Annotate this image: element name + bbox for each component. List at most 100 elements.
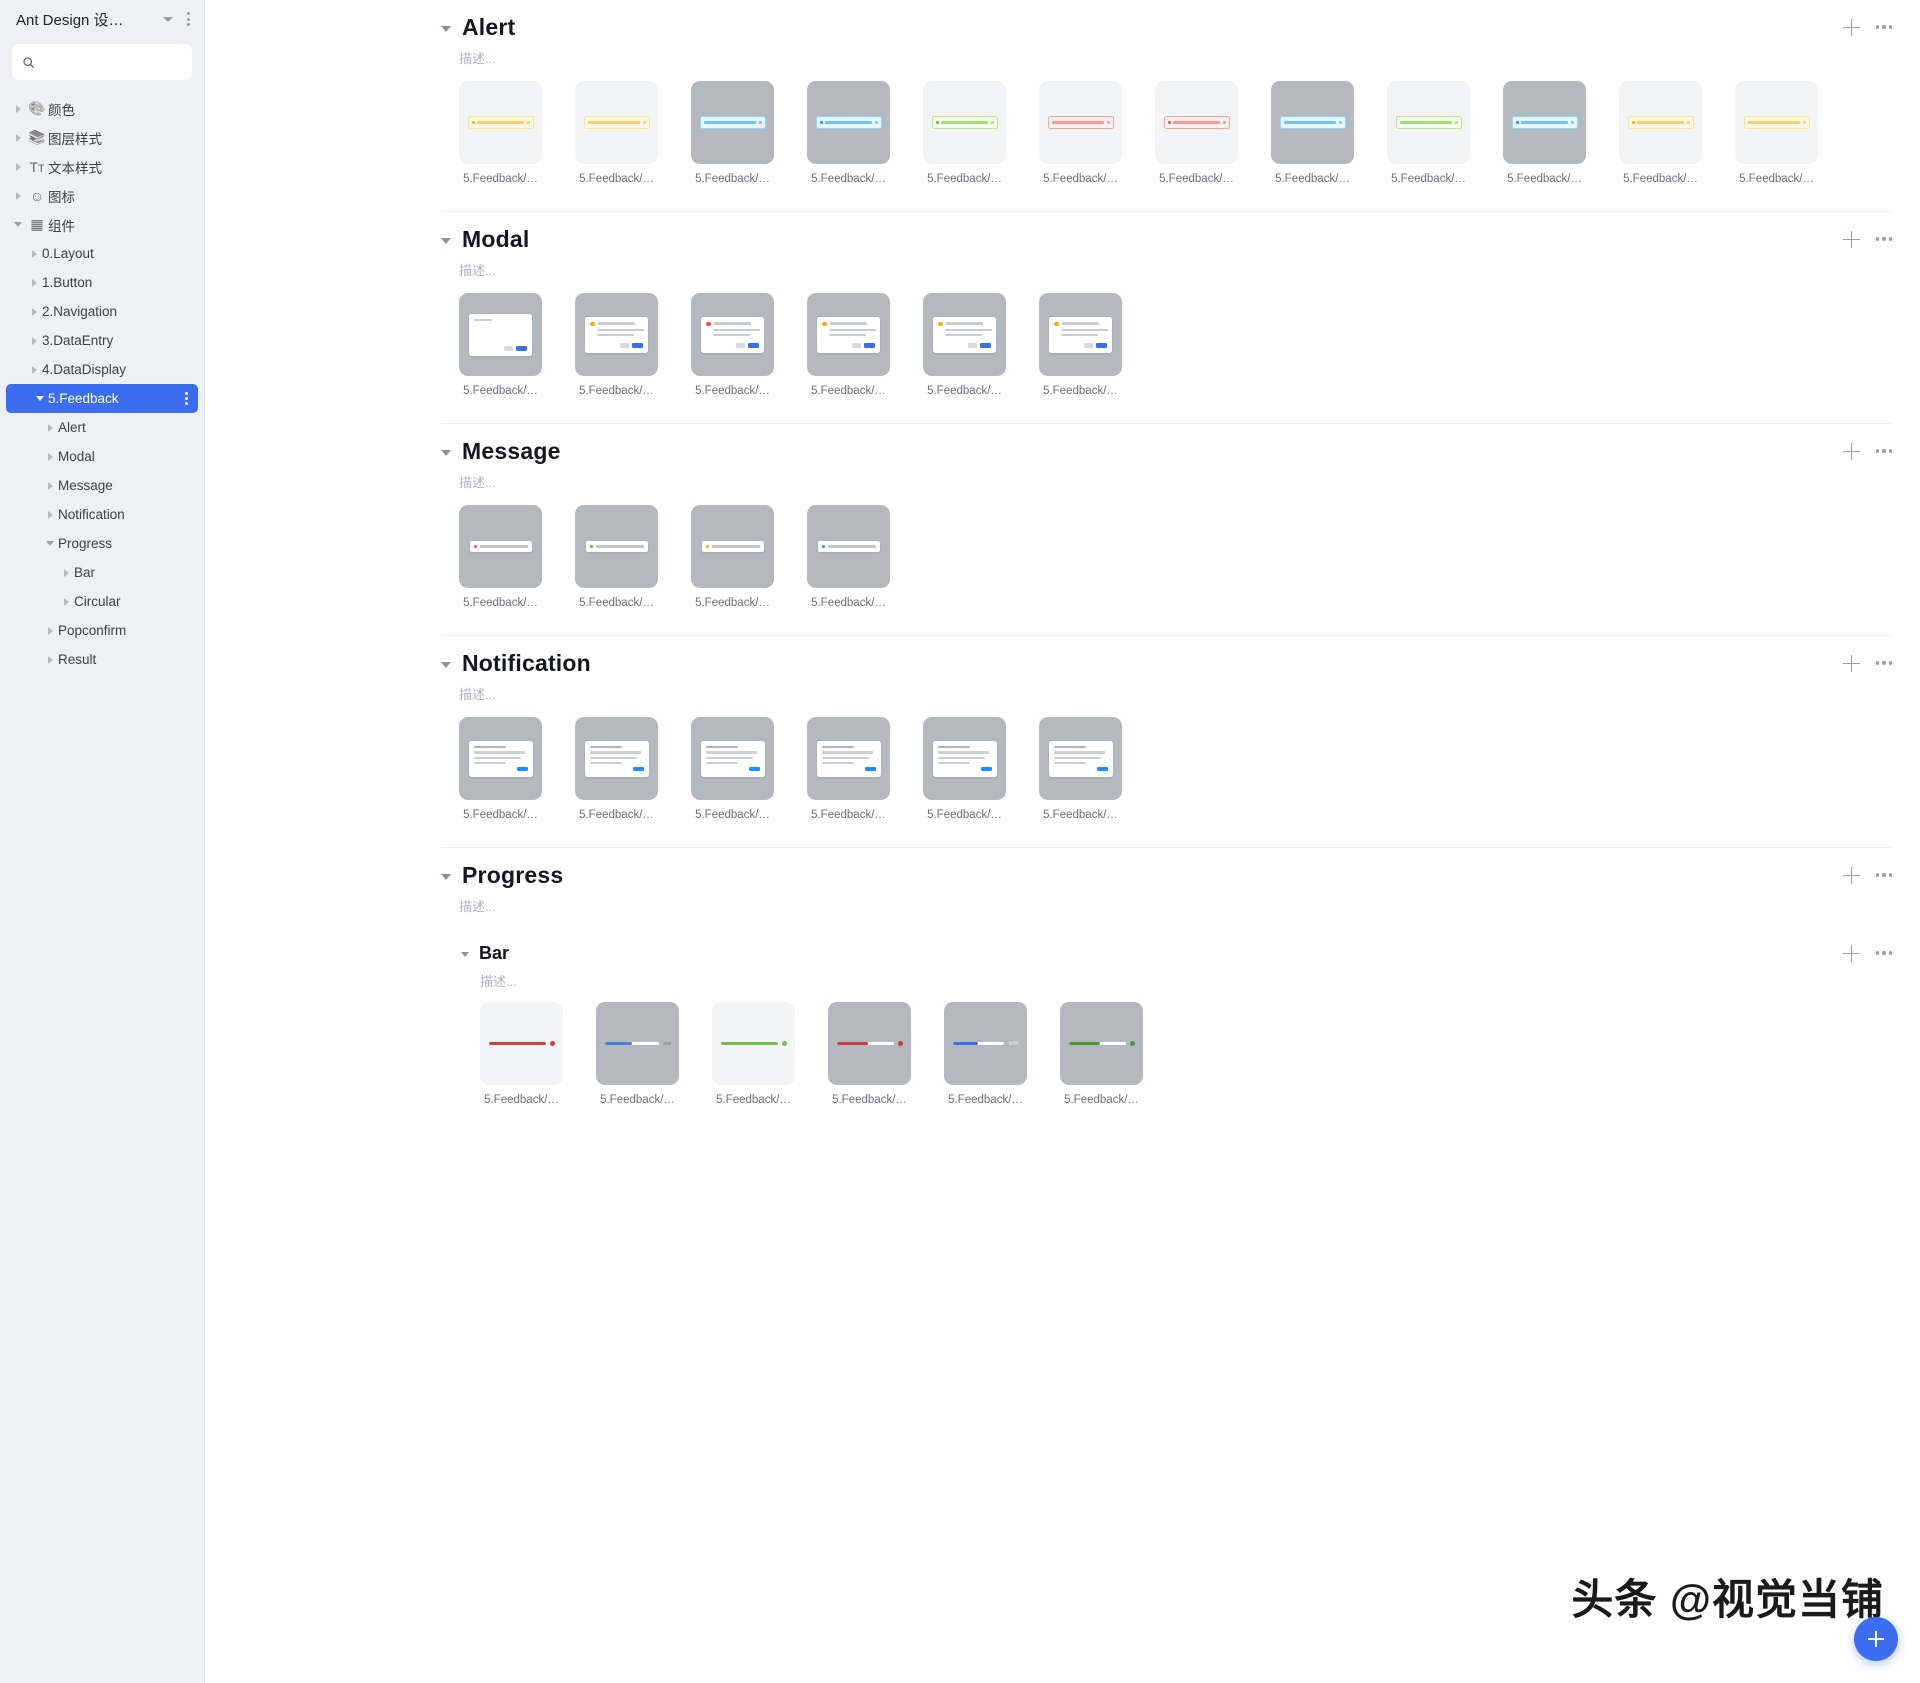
component-thumbnail[interactable]	[575, 293, 658, 376]
component-card[interactable]: 5.Feedback/…	[807, 505, 890, 609]
notification-action-button[interactable]	[1096, 766, 1108, 772]
more-options-icon[interactable]	[1875, 449, 1892, 453]
close-icon[interactable]	[642, 121, 646, 124]
chevron-down-icon[interactable]	[42, 541, 58, 546]
component-card[interactable]: 5.Feedback/…	[1503, 81, 1586, 185]
component-thumbnail[interactable]	[691, 293, 774, 376]
chevron-right-icon[interactable]	[26, 365, 42, 374]
search-input[interactable]	[43, 54, 182, 70]
component-card[interactable]: 5.Feedback/…	[459, 505, 542, 609]
component-card[interactable]: 5.Feedback/…	[691, 81, 774, 185]
tree-item-result[interactable]: Result	[0, 645, 204, 674]
modal-ok-button[interactable]	[516, 345, 527, 351]
chevron-right-icon[interactable]	[42, 481, 58, 490]
tree-item-circular[interactable]: Circular	[0, 587, 204, 616]
component-card[interactable]: 5.Feedback/…	[1271, 81, 1354, 185]
component-card[interactable]: 5.Feedback/…	[459, 293, 542, 397]
more-options-icon[interactable]	[1875, 661, 1892, 665]
collapse-toggle-icon[interactable]	[461, 951, 469, 957]
tree-item-3-dataentry[interactable]: 3.DataEntry	[0, 326, 204, 355]
close-icon[interactable]	[1802, 121, 1806, 124]
tree-item--[interactable]: ☺ 图标	[0, 181, 204, 210]
component-card[interactable]: 5.Feedback/…	[923, 717, 1006, 821]
component-thumbnail[interactable]	[1735, 81, 1818, 164]
tree-item--[interactable]: 🎨 颜色	[0, 94, 204, 123]
component-card[interactable]: 5.Feedback/…	[1619, 81, 1702, 185]
close-icon[interactable]	[1338, 121, 1342, 124]
component-thumbnail[interactable]	[828, 1002, 911, 1085]
close-icon[interactable]	[758, 121, 762, 124]
modal-ok-button[interactable]	[748, 342, 759, 348]
close-icon[interactable]	[1106, 121, 1110, 124]
component-card[interactable]: 5.Feedback/…	[1155, 81, 1238, 185]
component-thumbnail[interactable]	[1039, 293, 1122, 376]
chevron-right-icon[interactable]	[10, 191, 26, 200]
component-card[interactable]: 50% 5.Feedback/…	[944, 1002, 1027, 1106]
component-card[interactable]: 5.Feedback/…	[691, 505, 774, 609]
chevron-right-icon[interactable]	[42, 452, 58, 461]
component-card[interactable]: 5.Feedback/…	[691, 293, 774, 397]
component-card[interactable]: 5.Feedback/…	[575, 81, 658, 185]
notification-action-button[interactable]	[864, 766, 876, 772]
chevron-right-icon[interactable]	[42, 655, 58, 664]
add-section-icon[interactable]	[1842, 654, 1860, 672]
add-subsection-icon[interactable]	[1842, 944, 1860, 962]
notification-action-button[interactable]	[980, 766, 992, 772]
notification-action-button[interactable]	[748, 766, 760, 772]
component-card[interactable]: 5.Feedback/…	[807, 717, 890, 821]
component-card[interactable]: 5.Feedback/…	[1039, 293, 1122, 397]
document-menu-button[interactable]	[183, 9, 194, 29]
component-thumbnail[interactable]	[575, 81, 658, 164]
component-thumbnail[interactable]	[923, 81, 1006, 164]
close-icon[interactable]	[1686, 121, 1690, 124]
component-card[interactable]: 5.Feedback/…	[459, 717, 542, 821]
close-icon[interactable]	[874, 121, 878, 124]
component-thumbnail[interactable]	[807, 717, 890, 800]
tree-item-progress[interactable]: Progress	[0, 529, 204, 558]
chevron-right-icon[interactable]	[26, 278, 42, 287]
component-thumbnail[interactable]	[691, 717, 774, 800]
component-thumbnail[interactable]	[1060, 1002, 1143, 1085]
component-thumbnail[interactable]	[712, 1002, 795, 1085]
component-thumbnail[interactable]	[807, 293, 890, 376]
component-card[interactable]: 5.Feedback/…	[1039, 717, 1122, 821]
add-section-icon[interactable]	[1842, 866, 1860, 884]
modal-cancel-button[interactable]	[968, 342, 977, 348]
component-thumbnail[interactable]	[691, 505, 774, 588]
add-section-icon[interactable]	[1842, 18, 1860, 36]
tree-item--[interactable]: 📚 图层样式	[0, 123, 204, 152]
component-thumbnail[interactable]	[1039, 81, 1122, 164]
tree-item-modal[interactable]: Modal	[0, 442, 204, 471]
component-thumbnail[interactable]	[1271, 81, 1354, 164]
chevron-down-icon[interactable]	[163, 16, 173, 22]
tree-item-bar[interactable]: Bar	[0, 558, 204, 587]
component-thumbnail[interactable]	[459, 505, 542, 588]
modal-ok-button[interactable]	[632, 342, 643, 348]
notification-action-button[interactable]	[516, 766, 528, 772]
collapse-toggle-icon[interactable]	[441, 25, 451, 32]
component-card[interactable]: 5.Feedback/…	[575, 717, 658, 821]
chevron-right-icon[interactable]	[10, 133, 26, 142]
collapse-toggle-icon[interactable]	[441, 449, 451, 456]
component-card[interactable]: 5.Feedback/…	[1039, 81, 1122, 185]
modal-ok-button[interactable]	[864, 342, 875, 348]
component-thumbnail[interactable]	[807, 81, 890, 164]
component-thumbnail[interactable]	[1619, 81, 1702, 164]
component-card[interactable]: 5.Feedback/…	[712, 1002, 795, 1106]
modal-ok-button[interactable]	[1096, 342, 1107, 348]
add-floating-button[interactable]	[1854, 1617, 1898, 1661]
component-card[interactable]: 5.Feedback/…	[923, 81, 1006, 185]
chevron-down-icon[interactable]	[10, 222, 26, 227]
more-options-icon[interactable]	[1875, 237, 1892, 241]
tree-item--[interactable]: ▦ 组件	[0, 210, 204, 239]
chevron-right-icon[interactable]	[42, 626, 58, 635]
component-thumbnail[interactable]	[459, 717, 542, 800]
chevron-right-icon[interactable]	[10, 104, 26, 113]
component-thumbnail[interactable]	[1155, 81, 1238, 164]
collapse-toggle-icon[interactable]	[441, 237, 451, 244]
collapse-toggle-icon[interactable]	[441, 873, 451, 880]
tree-item-alert[interactable]: Alert	[0, 413, 204, 442]
component-thumbnail[interactable]	[1387, 81, 1470, 164]
component-card[interactable]: 5.Feedback/…	[575, 293, 658, 397]
component-card[interactable]: 5.Feedback/…	[807, 81, 890, 185]
